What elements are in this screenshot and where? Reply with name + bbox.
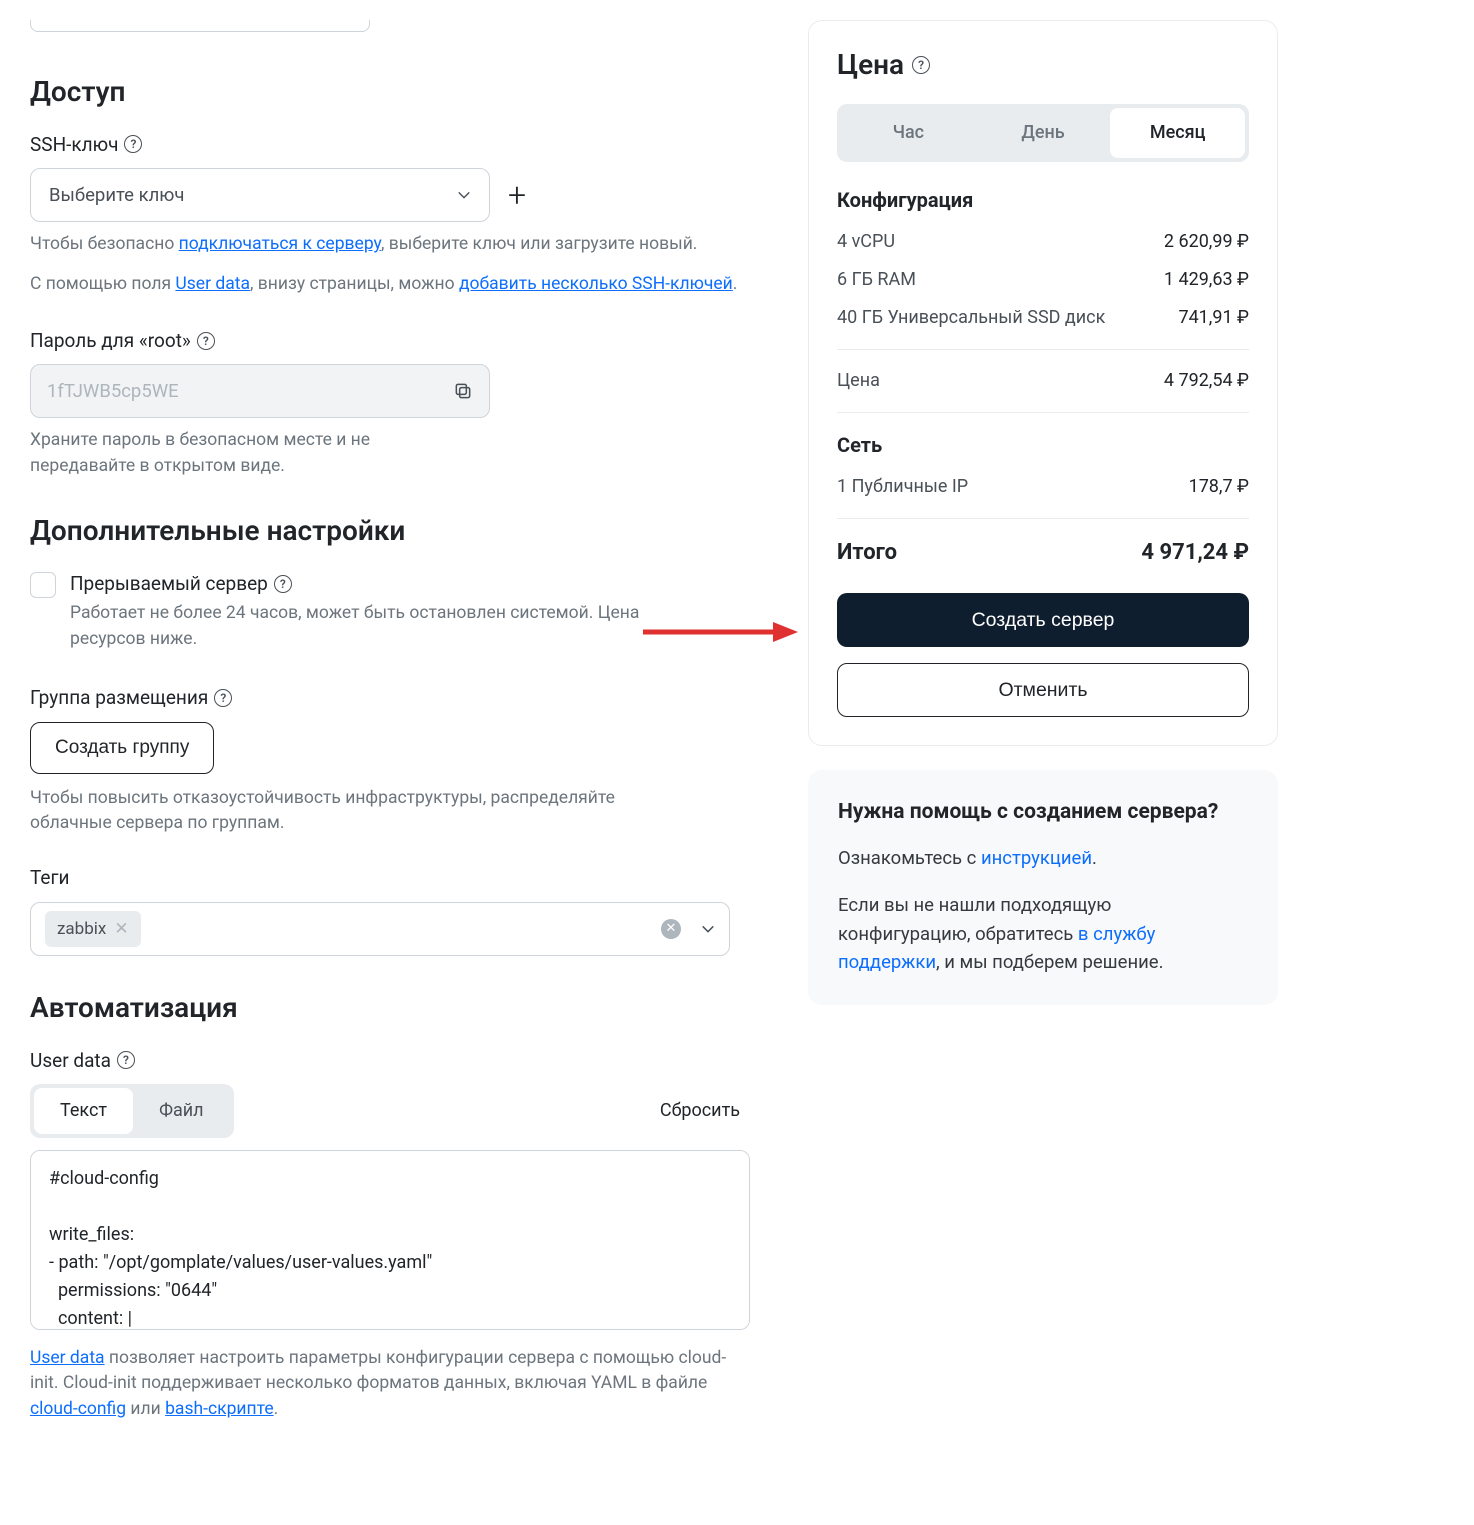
help-card: Нужна помощь с созданием сервера? Ознако… xyxy=(808,770,1278,1005)
tags-label: Теги xyxy=(30,864,760,892)
root-password-field: 1fTJWB5cp5WE xyxy=(30,364,490,418)
config-subhead: Конфигурация xyxy=(837,186,1249,215)
chevron-down-icon[interactable] xyxy=(701,922,715,936)
prev-section-bottom xyxy=(30,20,370,32)
ssh-key-placeholder: Выберите ключ xyxy=(49,182,184,209)
help-card-title: Нужна помощь с созданием сервера? xyxy=(838,798,1248,826)
placement-group-label: Группа размещения ? xyxy=(30,684,760,712)
cancel-button[interactable]: Отменить xyxy=(837,663,1249,717)
tags-clear-icon[interactable]: ✕ xyxy=(661,919,681,939)
root-password-hint: Храните пароль в безопасном месте и не п… xyxy=(30,428,430,479)
user-data-link-inline[interactable]: User data xyxy=(175,274,250,294)
reset-user-data[interactable]: Сбросить xyxy=(660,1098,740,1124)
help-icon[interactable]: ? xyxy=(124,135,142,153)
user-data-textarea[interactable] xyxy=(30,1150,750,1330)
extra-heading: Дополнительные настройки xyxy=(30,511,760,552)
copy-icon[interactable] xyxy=(453,381,473,401)
connect-to-server-link[interactable]: подключаться к серверу xyxy=(179,234,381,254)
help-icon[interactable]: ? xyxy=(912,56,930,74)
access-heading: Доступ xyxy=(30,72,760,113)
tag-remove-icon[interactable]: ✕ xyxy=(114,917,128,942)
price-row: 40 ГБ Универсальный SSD диск741,91 ₽ xyxy=(837,305,1249,331)
ssh-hint-2: С помощью поля User data, внизу страницы… xyxy=(30,272,760,297)
ssh-hint-1: Чтобы безопасно подключаться к серверу, … xyxy=(30,232,760,257)
help-icon[interactable]: ? xyxy=(197,332,215,350)
tags-input[interactable]: zabbix ✕ ✕ xyxy=(30,902,730,956)
tab-text[interactable]: Текст xyxy=(34,1088,133,1134)
price-title: Цена xyxy=(837,45,904,86)
user-data-hint: User data позволяет настроить параметры … xyxy=(30,1346,750,1422)
instruction-link[interactable]: инструкцией xyxy=(981,847,1092,869)
preemptible-hint: Работает не более 24 часов, может быть о… xyxy=(70,601,710,652)
bash-script-link[interactable]: bash-скрипте xyxy=(165,1399,274,1419)
tag-chip-text: zabbix xyxy=(57,917,106,942)
help-icon[interactable]: ? xyxy=(274,575,292,593)
ssh-key-label: SSH-ключ ? xyxy=(30,131,760,159)
add-multiple-ssh-link[interactable]: добавить несколько SSH-ключей xyxy=(459,274,733,294)
tab-day[interactable]: День xyxy=(976,108,1111,158)
cloud-config-link[interactable]: cloud-config xyxy=(30,1399,126,1419)
divider xyxy=(837,412,1249,413)
preemptible-label: Прерываемый сервер ? xyxy=(70,570,760,598)
root-password-label: Пароль для «root» ? xyxy=(30,327,760,355)
total-row: Итого 4 971,24 ₽ xyxy=(837,537,1249,569)
net-subhead: Сеть xyxy=(837,431,1249,460)
placement-group-label-text: Группа размещения xyxy=(30,684,208,712)
ssh-key-label-text: SSH-ключ xyxy=(30,131,118,159)
tab-month[interactable]: Месяц xyxy=(1110,108,1245,158)
help-icon[interactable]: ? xyxy=(117,1051,135,1069)
tab-hour[interactable]: Час xyxy=(841,108,976,158)
user-data-doc-link[interactable]: User data xyxy=(30,1348,105,1368)
automation-heading: Автоматизация xyxy=(30,988,760,1029)
tag-chip: zabbix ✕ xyxy=(45,911,141,948)
billing-period-tabs: Час День Месяц xyxy=(837,104,1249,162)
add-ssh-key-button[interactable]: + xyxy=(508,172,526,218)
price-row: 1 Публичные IP178,7 ₽ xyxy=(837,474,1249,500)
user-data-tabs: Текст Файл xyxy=(30,1084,234,1138)
help-card-p1: Ознакомьтесь с инструкцией. xyxy=(838,844,1248,873)
root-password-label-text: Пароль для «root» xyxy=(30,327,191,355)
chevron-down-icon xyxy=(457,188,471,202)
help-card-p2: Если вы не нашли подходящую конфигурацию… xyxy=(838,891,1248,977)
divider xyxy=(837,518,1249,519)
user-data-label-text: User data xyxy=(30,1047,111,1075)
preemptible-checkbox[interactable] xyxy=(30,572,56,598)
ssh-key-select[interactable]: Выберите ключ xyxy=(30,168,490,222)
create-server-button[interactable]: Создать сервер xyxy=(837,593,1249,647)
price-row: 4 vCPU2 620,99 ₽ xyxy=(837,229,1249,255)
price-row: 6 ГБ RAM1 429,63 ₽ xyxy=(837,267,1249,293)
root-password-value: 1fTJWB5cp5WE xyxy=(47,378,179,405)
create-group-button[interactable]: Создать группу xyxy=(30,722,214,774)
divider xyxy=(837,349,1249,350)
placement-group-hint: Чтобы повысить отказоустойчивость инфрас… xyxy=(30,786,670,837)
price-card: Цена ? Час День Месяц Конфигурация 4 vCP… xyxy=(808,20,1278,746)
user-data-label: User data ? xyxy=(30,1047,760,1075)
help-icon[interactable]: ? xyxy=(214,689,232,707)
price-subtotal: Цена4 792,54 ₽ xyxy=(837,368,1249,394)
tags-label-text: Теги xyxy=(30,864,69,892)
tab-file[interactable]: Файл xyxy=(133,1088,229,1134)
